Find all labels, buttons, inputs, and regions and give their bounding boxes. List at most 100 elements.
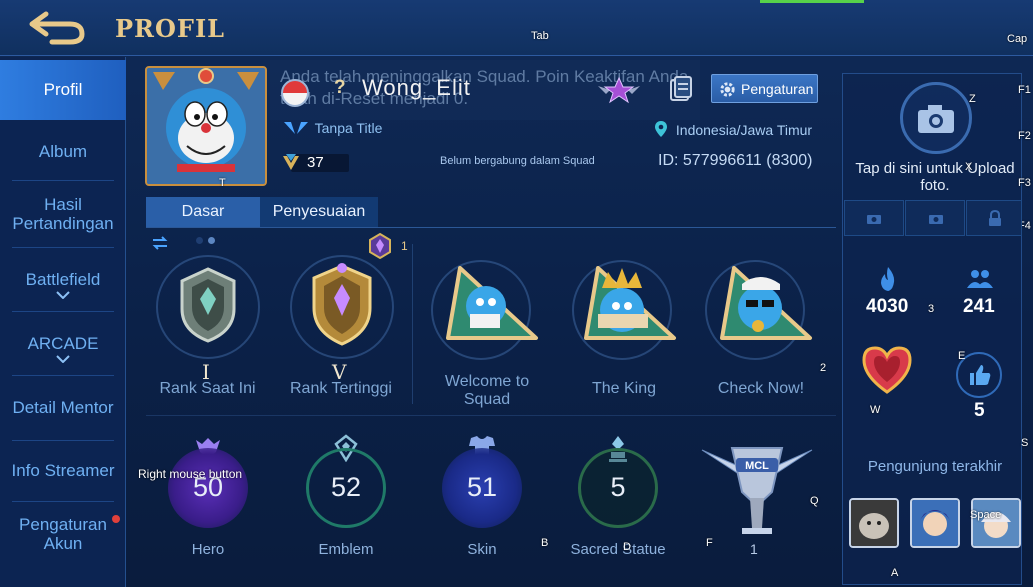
key-hint-w: W [870, 404, 881, 416]
sidebar: Profil Album Hasil Pertandingan Battlefi… [0, 57, 126, 587]
rank-current-emblem-icon[interactable] [172, 265, 244, 345]
page-title: PROFIL [115, 14, 226, 43]
sidebar-divider [12, 180, 114, 181]
notification-toast: Anda telah meninggalkan Squad. Poin Keak… [280, 67, 689, 108]
season-count: 1 [401, 239, 408, 253]
svg-text:MCL: MCL [745, 460, 769, 472]
sidebar-item-detail-mentor[interactable]: Detail Mentor [0, 398, 126, 417]
chevron-down-icon [56, 355, 70, 363]
mcl-count: 1 [750, 541, 758, 557]
key-hint-e: E [958, 350, 966, 362]
popularity-flame-icon [881, 267, 895, 291]
title-row: Tanpa Title [283, 120, 382, 136]
camera-icon [918, 105, 954, 133]
sidebar-divider [12, 501, 114, 502]
sidebar-item-album[interactable]: Album [0, 142, 126, 161]
sacred-statue-label: Sacred Statue [570, 541, 666, 558]
back-button[interactable] [26, 8, 90, 48]
welcome-squad-icon[interactable] [440, 262, 540, 346]
sidebar-item-label: Info Streamer [11, 461, 115, 480]
sidebar-item-profil[interactable]: Profil [0, 60, 126, 120]
country-flag-icon [281, 79, 309, 107]
name-prefix: ? [334, 77, 346, 98]
lock-icon [989, 210, 1001, 226]
row-divider [146, 415, 836, 416]
key-hint-cap: Cap [1007, 33, 1028, 45]
likes-value: 5 [974, 400, 985, 421]
sidebar-item-arcade[interactable]: ARCADE [0, 334, 126, 363]
clipboard-icon[interactable] [669, 76, 693, 102]
sidebar-item-label: Pengaturan Akun [19, 515, 107, 553]
swap-icon[interactable] [152, 236, 168, 250]
sidebar-item-label: Battlefield [25, 270, 101, 289]
sidebar-item-label: Detail Mentor [12, 398, 114, 417]
tab-dasar[interactable]: Dasar [146, 197, 260, 227]
sidebar-item-label: Hasil Pertandingan [12, 195, 114, 233]
rank-current-label: Rank Saat Ini [159, 380, 256, 397]
avatar-image [147, 68, 265, 184]
achievement-label: The King [591, 380, 657, 397]
key-hint-q: Q [810, 495, 819, 507]
visitor-avatar[interactable] [971, 498, 1021, 548]
sidebar-divider [12, 311, 114, 312]
key-hint-2: 2 [820, 362, 827, 374]
key-hint-f3: F3 [1018, 177, 1031, 189]
wings-icon [284, 122, 308, 134]
key-hint-s: S [1021, 437, 1029, 449]
season-badge-icon [369, 232, 391, 260]
key-hint-d: D [623, 541, 631, 553]
sidebar-item-info-streamer[interactable]: Info Streamer [0, 461, 126, 480]
rank-highest-label: Rank Tertinggi [290, 380, 392, 397]
photo-slot-locked[interactable] [966, 200, 1022, 236]
sidebar-divider [12, 375, 114, 376]
photo-slot-2[interactable] [905, 200, 965, 236]
player-id: ID: 577996611 (8300) [658, 152, 813, 169]
key-hint-rmb: Right mouse button [138, 467, 243, 481]
camera-button[interactable] [900, 82, 972, 154]
player-location: Indonesia/Jawa Timur [675, 122, 813, 138]
recent-visitors-label: Pengunjung terakhir [867, 458, 1003, 475]
thumbs-up-icon [970, 365, 991, 385]
username: Wong_Elit [362, 75, 471, 100]
key-hint-f2: F2 [1018, 130, 1031, 142]
sidebar-divider [12, 440, 114, 441]
sidebar-item-label: Profil [43, 80, 83, 99]
mcl-badge-icon[interactable]: MCL [698, 436, 816, 540]
sacred-statue-count: 5 [610, 472, 626, 502]
rank-highest-emblem-icon[interactable] [300, 260, 384, 350]
followers-value: 241 [963, 296, 995, 317]
tab-penyesuaian[interactable]: Penyesuaian [260, 197, 378, 227]
key-hint-tab: Tab [531, 30, 549, 42]
key-hint-x: X [965, 161, 973, 173]
visitor-avatar[interactable] [849, 498, 899, 548]
settings-button-label: Pengaturan [741, 81, 814, 97]
notification-dot [112, 515, 120, 523]
sidebar-item-hasil-pertandingan[interactable]: Hasil Pertandingan [0, 195, 126, 233]
location-row: Indonesia/Jawa Timur [654, 120, 812, 138]
sidebar-item-pengaturan-akun[interactable]: Pengaturan Akun [0, 515, 126, 553]
heart-icon[interactable] [860, 344, 914, 396]
achievement-label: Welcome to Squad [444, 373, 530, 408]
rank-divider [412, 244, 413, 404]
check-now-icon[interactable] [714, 262, 814, 346]
sidebar-item-battlefield[interactable]: Battlefield [0, 270, 126, 299]
chevron-down-icon [56, 291, 70, 299]
key-hint-space: Space [970, 509, 1002, 521]
avatar[interactable] [145, 66, 267, 186]
key-hint-f: F [706, 537, 713, 549]
visitor-avatar[interactable] [910, 498, 960, 548]
upload-photo-text: Tap di sini untuk Upload foto. [855, 160, 1015, 194]
the-king-icon[interactable] [578, 262, 678, 350]
location-pin-icon [655, 121, 667, 137]
rank-badge-icon [596, 76, 642, 104]
squad-status: Belum bergabung dalam Squad [440, 155, 595, 167]
key-hint-z: Z [969, 93, 976, 105]
gear-icon [720, 82, 735, 97]
photo-slot-1[interactable] [844, 200, 904, 236]
sidebar-item-label: Album [38, 142, 88, 161]
settings-button[interactable]: Pengaturan [711, 74, 818, 103]
photo-icon [929, 215, 943, 224]
popularity-value: 4030 [866, 296, 909, 317]
key-hint-t: T [219, 177, 226, 189]
emblem-count: 52 [330, 472, 362, 502]
